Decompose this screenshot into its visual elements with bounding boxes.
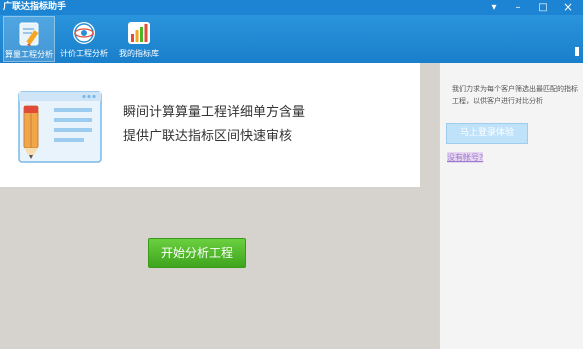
tab-pricing-analysis[interactable]: 计价工程分析 [58,16,110,62]
pencil-document-illustration [18,91,102,163]
bar-chart-icon [128,22,150,44]
banner-subheadline: 提供广联达指标区间快速审核 [123,129,293,144]
toolbar: 算量工程分析 计价工程分析 我的指标库 [0,15,583,63]
tab-my-index-library[interactable]: 我的指标库 [113,16,165,62]
tab-label: 我的指标库 [119,49,159,58]
tab-label: 算量工程分析 [5,50,53,59]
close-button[interactable]: × [558,0,578,15]
banner-headline: 瞬间计算算量工程详细单方含量 [123,105,306,120]
tab-quantity-analysis[interactable]: 算量工程分析 [3,16,55,62]
login-button[interactable]: 马上登录体验 [446,123,528,144]
login-side-panel: 我们力求为每个客户筛选出最匹配的指标工程，以供客户进行对比分析 马上登录体验 没… [439,63,583,349]
maximize-button[interactable]: □ [533,0,553,15]
intro-banner: 瞬间计算算量工程详细单方含量 提供广联达指标区间快速审核 [0,63,420,187]
title-bar: 广联达指标助手 ▾ – □ × [0,0,583,15]
toolbar-scroll-indicator [575,47,579,56]
globe-gear-icon [73,22,95,44]
minimize-button[interactable]: – [508,0,528,15]
pencil-notebook-icon [19,22,39,46]
start-analysis-button[interactable]: 开始分析工程 [148,238,246,268]
tab-label: 计价工程分析 [60,49,108,58]
window-title: 广联达指标助手 [3,2,67,12]
no-account-link[interactable]: 没有帐号? [447,152,484,163]
panel-description: 我们力求为每个客户筛选出最匹配的指标工程，以供客户进行对比分析 [452,85,578,105]
menu-dropdown-button[interactable]: ▾ [484,0,504,15]
